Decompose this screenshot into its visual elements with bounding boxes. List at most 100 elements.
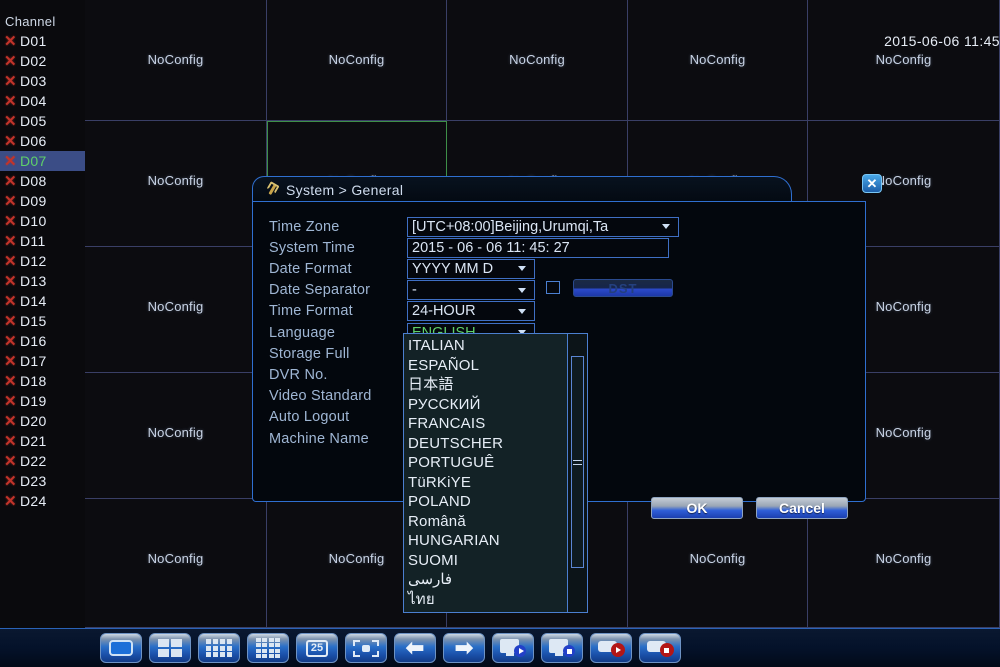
channel-item-d02[interactable]: ✕D02 [0, 51, 85, 71]
channel-item-d17[interactable]: ✕D17 [0, 351, 85, 371]
video-cell[interactable]: NoConfig [808, 0, 1000, 121]
language-option[interactable]: 日本語 [408, 375, 587, 395]
language-dropdown-list[interactable]: ITALIANESPAÑOL日本語РУССКИЙFRANCAISDEUTSCHE… [403, 333, 588, 613]
channel-label: D05 [20, 113, 47, 129]
fullscreen-button[interactable] [345, 633, 387, 663]
chevron-down-icon[interactable] [514, 260, 530, 278]
language-option[interactable]: ΕΛΛΗΝΙΚΑ [408, 609, 587, 613]
cancel-button[interactable]: Cancel [756, 497, 848, 519]
video-cell[interactable]: NoConfig [628, 0, 808, 121]
language-option[interactable]: ESPAÑOL [408, 356, 587, 376]
channel-item-d22[interactable]: ✕D22 [0, 451, 85, 471]
language-option[interactable]: POLAND [408, 492, 587, 512]
channel-item-d13[interactable]: ✕D13 [0, 271, 85, 291]
dst-checkbox[interactable] [546, 281, 560, 294]
video-cell[interactable]: NoConfig [85, 373, 267, 499]
language-option[interactable]: FRANCAIS [408, 414, 587, 434]
channel-item-d04[interactable]: ✕D04 [0, 91, 85, 111]
chevron-down-icon[interactable] [658, 218, 674, 236]
language-option[interactable]: Română [408, 512, 587, 532]
dropdown-scrollbar[interactable] [567, 334, 587, 613]
channel-label: D22 [20, 453, 47, 469]
scrollbar-thumb[interactable] [571, 356, 584, 568]
language-option[interactable]: ITALIAN [408, 336, 587, 356]
video-cell[interactable]: NoConfig [85, 499, 267, 628]
video-cell-label: NoConfig [329, 52, 385, 67]
video-cell[interactable]: NoConfig [447, 0, 628, 121]
field-time-zone[interactable]: [UTC+08:00]Beijing,Urumqi,Ta [407, 217, 679, 237]
language-option[interactable]: ไทย [408, 590, 587, 610]
language-option[interactable]: DEUTSCHER [408, 434, 587, 454]
channel-label: D14 [20, 293, 47, 309]
video-cell[interactable]: NoConfig [85, 0, 267, 121]
channel-item-d01[interactable]: ✕D01 [0, 31, 85, 51]
language-option[interactable]: РУССКИЙ [408, 395, 587, 415]
channel-item-d05[interactable]: ✕D05 [0, 111, 85, 131]
tour-start-button[interactable] [492, 633, 534, 663]
channel-offline-icon: ✕ [4, 214, 20, 229]
channel-label: D10 [20, 213, 47, 229]
record-start-button[interactable] [590, 633, 632, 663]
split-8-button[interactable] [198, 633, 240, 663]
channel-label: D12 [20, 253, 47, 269]
field-label: Time Zone [269, 219, 407, 235]
video-cell[interactable]: NoConfig [85, 247, 267, 373]
split-16-button[interactable] [247, 633, 289, 663]
video-cell-label: NoConfig [876, 551, 932, 566]
field-system-time[interactable]: 2015 - 06 - 06 11: 45: 27 [407, 238, 669, 258]
form-row: Date FormatYYYY MM D [269, 258, 535, 279]
channel-item-d21[interactable]: ✕D21 [0, 431, 85, 451]
single-view-button[interactable] [100, 633, 142, 663]
channel-item-d08[interactable]: ✕D08 [0, 171, 85, 191]
arrow-right-icon: ➡ [455, 637, 473, 659]
video-cell-label: NoConfig [148, 299, 204, 314]
channel-item-d06[interactable]: ✕D06 [0, 131, 85, 151]
video-cell[interactable]: NoConfig [85, 121, 267, 247]
channel-item-d11[interactable]: ✕D11 [0, 231, 85, 251]
dvr-live-view-screen: NoConfigNoConfigNoConfigNoConfigNoConfig… [0, 0, 1000, 667]
channel-item-d03[interactable]: ✕D03 [0, 71, 85, 91]
form-row: Video Standard [269, 386, 407, 407]
channel-item-d24[interactable]: ✕D24 [0, 491, 85, 511]
split-25-button[interactable]: 25 [296, 633, 338, 663]
channel-item-d16[interactable]: ✕D16 [0, 331, 85, 351]
tour-stop-button[interactable] [541, 633, 583, 663]
ok-button[interactable]: OK [651, 497, 743, 519]
channel-item-d10[interactable]: ✕D10 [0, 211, 85, 231]
close-icon[interactable]: ✕ [862, 174, 882, 193]
field-value: - [412, 282, 417, 298]
split-4-button[interactable] [149, 633, 191, 663]
language-option[interactable]: TüRKiYE [408, 473, 587, 493]
form-row: Storage Full [269, 343, 407, 364]
language-option[interactable]: SUOMI [408, 551, 587, 571]
chevron-down-icon[interactable] [514, 302, 530, 320]
video-cell[interactable]: NoConfig [267, 0, 447, 121]
channel-item-d09[interactable]: ✕D09 [0, 191, 85, 211]
language-option[interactable]: PORTUGUÊ [408, 453, 587, 473]
channel-offline-icon: ✕ [4, 174, 20, 189]
chevron-down-icon[interactable] [514, 281, 530, 299]
previous-button[interactable]: ⬅ [394, 633, 436, 663]
channel-offline-icon: ✕ [4, 394, 20, 409]
channel-item-d12[interactable]: ✕D12 [0, 251, 85, 271]
channel-offline-icon: ✕ [4, 354, 20, 369]
dst-button[interactable]: DST [573, 279, 673, 297]
channel-label: D19 [20, 393, 47, 409]
language-options: ITALIANESPAÑOL日本語РУССКИЙFRANCAISDEUTSCHE… [404, 334, 587, 613]
field-date-separator[interactable]: - [407, 280, 535, 300]
channel-item-d07[interactable]: ✕D07 [0, 151, 85, 171]
language-option[interactable]: HUNGARIAN [408, 531, 587, 551]
channel-item-d19[interactable]: ✕D19 [0, 391, 85, 411]
channel-item-d18[interactable]: ✕D18 [0, 371, 85, 391]
channel-item-d20[interactable]: ✕D20 [0, 411, 85, 431]
channel-item-d14[interactable]: ✕D14 [0, 291, 85, 311]
monitor-stop-icon [549, 639, 575, 657]
channel-item-d15[interactable]: ✕D15 [0, 311, 85, 331]
language-option[interactable]: فارسی [408, 570, 587, 590]
field-date-format[interactable]: YYYY MM D [407, 259, 535, 279]
channel-item-d23[interactable]: ✕D23 [0, 471, 85, 491]
field-time-format[interactable]: 24-HOUR [407, 301, 535, 321]
next-button[interactable]: ➡ [443, 633, 485, 663]
channel-offline-icon: ✕ [4, 154, 20, 169]
record-stop-button[interactable] [639, 633, 681, 663]
